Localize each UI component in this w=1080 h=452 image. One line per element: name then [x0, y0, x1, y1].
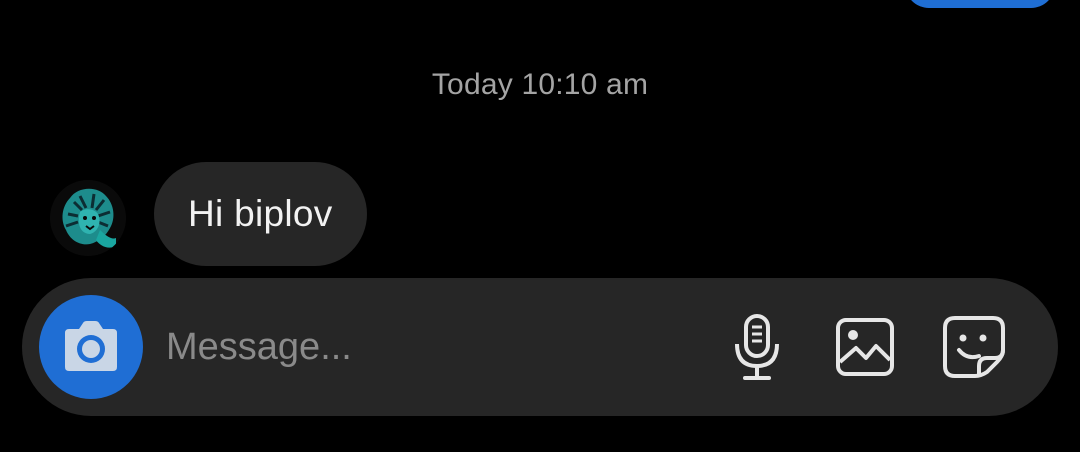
sticker-button[interactable] — [939, 312, 1009, 382]
message-input[interactable] — [166, 316, 686, 378]
avatar[interactable] — [50, 180, 126, 256]
sticker-icon — [943, 316, 1005, 378]
camera-icon — [65, 321, 117, 371]
gallery-button[interactable] — [830, 312, 900, 382]
microphone-icon — [735, 314, 779, 380]
message-composer — [22, 278, 1058, 416]
lion-avatar-icon — [50, 180, 126, 256]
chat-screen: Today 10:10 am Hi biplov — [0, 0, 1080, 452]
microphone-button[interactable] — [722, 312, 792, 382]
received-message-bubble[interactable]: Hi biplov — [154, 162, 367, 266]
camera-button[interactable] — [39, 295, 143, 399]
image-gallery-icon — [836, 318, 894, 376]
message-text: Hi biplov — [188, 193, 333, 234]
message-timestamp: Today 10:10 am — [431, 68, 649, 101]
sent-message-bubble[interactable] — [905, 0, 1055, 8]
